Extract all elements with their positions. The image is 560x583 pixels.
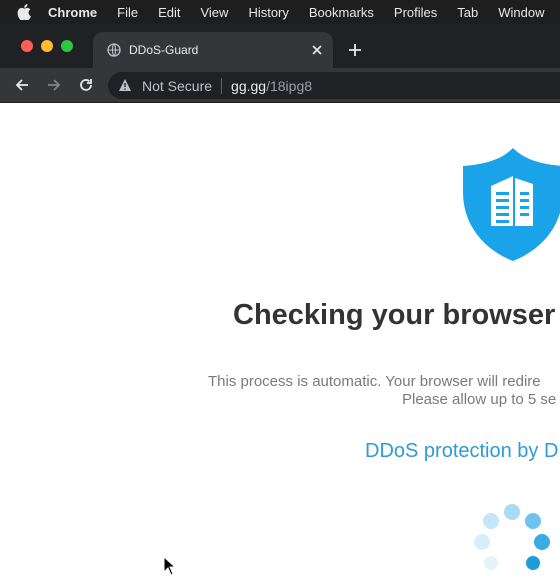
- page-title: Checking your browser: [233, 299, 556, 331]
- menu-edit[interactable]: Edit: [158, 5, 180, 20]
- macos-menubar: Chrome File Edit View History Bookmarks …: [0, 0, 560, 24]
- tab-ddos-guard[interactable]: DDoS-Guard: [93, 32, 333, 68]
- description-line-2: Please allow up to 5 se: [402, 391, 557, 408]
- menu-profiles[interactable]: Profiles: [394, 5, 437, 20]
- tab-title: DDoS-Guard: [129, 43, 199, 57]
- warning-triangle-icon[interactable]: [118, 78, 134, 94]
- reload-icon[interactable]: [76, 75, 96, 95]
- page-content: Checking your browser This process is au…: [0, 103, 560, 583]
- tab-strip: DDoS-Guard: [0, 24, 560, 68]
- back-arrow-icon[interactable]: [12, 75, 32, 95]
- menu-file[interactable]: File: [117, 5, 138, 20]
- menu-window[interactable]: Window: [498, 5, 544, 20]
- security-status-label[interactable]: Not Secure: [142, 78, 212, 94]
- zoom-window-button[interactable]: [61, 40, 73, 52]
- loading-spinner-icon: [470, 503, 560, 583]
- shield-building-icon: [461, 146, 560, 263]
- mouse-cursor-icon: [163, 555, 177, 576]
- menu-view[interactable]: View: [200, 5, 228, 20]
- menu-chrome[interactable]: Chrome: [48, 5, 97, 20]
- menu-tab[interactable]: Tab: [457, 5, 478, 20]
- new-tab-button[interactable]: [346, 41, 364, 59]
- forward-arrow-icon[interactable]: [44, 75, 64, 95]
- close-window-button[interactable]: [21, 40, 33, 52]
- apple-icon[interactable]: [17, 0, 31, 24]
- url-path: /18ipg8: [266, 77, 313, 94]
- url-host: gg.gg: [231, 77, 267, 94]
- omnibox-divider: [221, 77, 223, 94]
- menu-bookmarks[interactable]: Bookmarks: [309, 5, 374, 20]
- description-line-1: This process is automatic. Your browser …: [208, 373, 541, 390]
- browser-toolbar: Not Secure gg.gg /18ipg8: [0, 68, 560, 103]
- address-bar[interactable]: Not Secure gg.gg /18ipg8: [108, 72, 560, 99]
- globe-icon: [107, 43, 121, 57]
- ddos-protection-link[interactable]: DDoS protection by DI: [365, 440, 560, 463]
- minimize-window-button[interactable]: [41, 40, 53, 52]
- menu-history[interactable]: History: [248, 5, 288, 20]
- close-tab-icon[interactable]: [309, 42, 325, 58]
